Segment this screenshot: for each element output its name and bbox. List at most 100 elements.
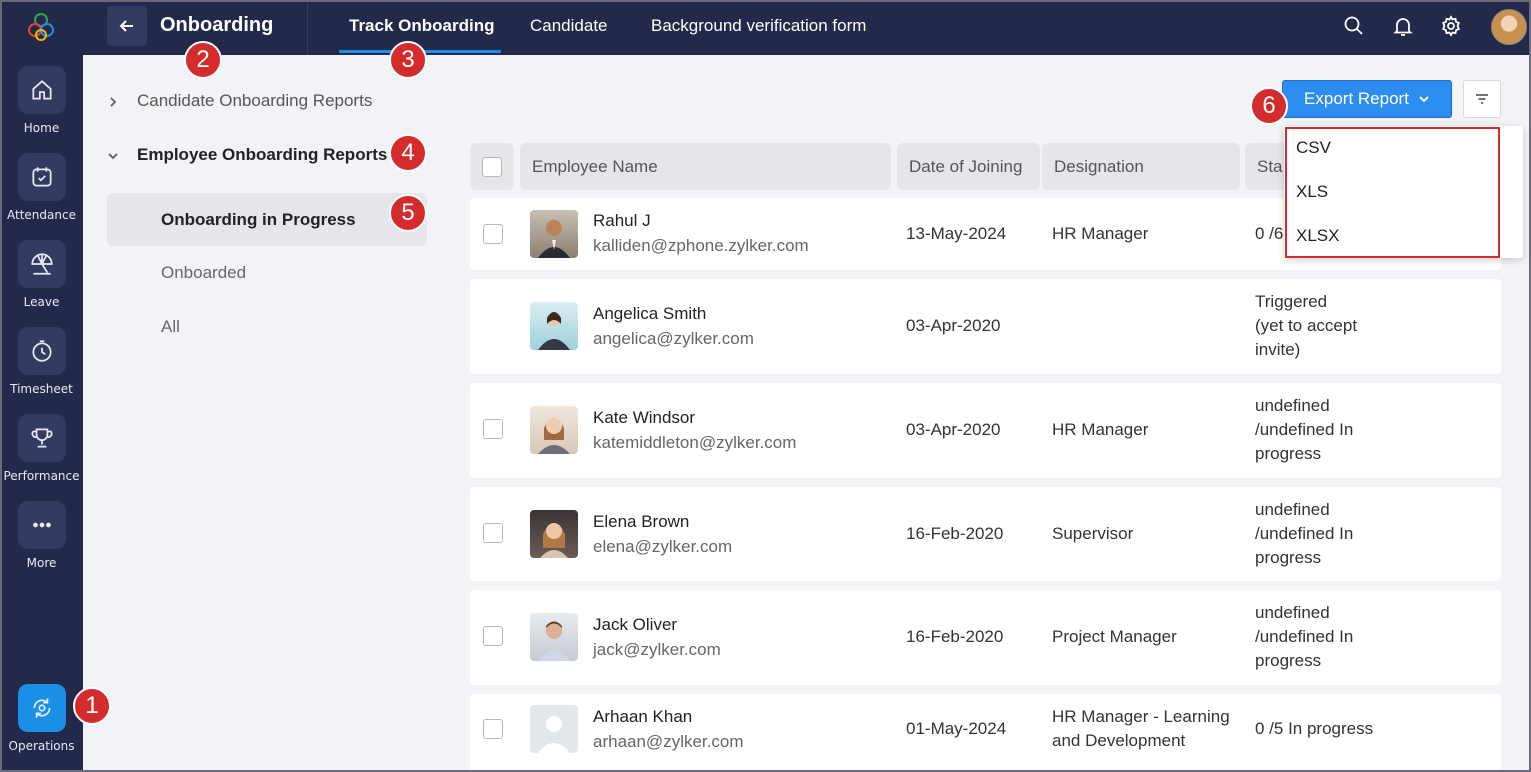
divider bbox=[307, 0, 308, 55]
step-marker: 2 bbox=[184, 41, 222, 79]
step-marker: 5 bbox=[389, 194, 427, 232]
default-avatar-icon bbox=[538, 716, 570, 753]
tab-candidate[interactable]: Candidate bbox=[530, 16, 608, 36]
rail-item-operations[interactable]: Operations bbox=[0, 684, 83, 764]
nav-onboarding-in-progress[interactable]: Onboarding in Progress bbox=[107, 193, 427, 246]
more-dots-icon bbox=[32, 522, 51, 528]
employee-photo bbox=[530, 705, 578, 753]
employee-name[interactable]: Elena Brown bbox=[593, 512, 689, 532]
rail-label: Operations bbox=[8, 739, 75, 753]
export-option-csv[interactable]: CSV bbox=[1296, 138, 1331, 158]
filter-icon bbox=[1476, 94, 1488, 104]
person-photo-icon bbox=[538, 418, 570, 454]
step-marker: 6 bbox=[1250, 87, 1288, 125]
nav-all[interactable]: All bbox=[107, 300, 427, 353]
rail-label: Attendance bbox=[7, 208, 76, 222]
select-all-checkbox[interactable] bbox=[482, 156, 502, 177]
employee-name[interactable]: Angelica Smith bbox=[593, 304, 706, 324]
column-employee-name[interactable]: Employee Name bbox=[520, 143, 891, 190]
designation: Supervisor bbox=[1052, 524, 1134, 543]
date-of-joining: 03-Apr-2020 bbox=[906, 316, 1001, 335]
employee-email: elena@zylker.com bbox=[593, 537, 733, 556]
rail-item-leave[interactable]: Leave bbox=[0, 240, 83, 320]
designation: Project Manager bbox=[1052, 627, 1177, 646]
notifications-button[interactable] bbox=[1391, 14, 1415, 38]
app-logo-icon bbox=[28, 13, 54, 41]
rail-item-home[interactable]: Home bbox=[0, 66, 83, 146]
employee-photo bbox=[530, 210, 578, 258]
tab-background-verification-form[interactable]: Background verification form bbox=[651, 16, 866, 36]
rail-item-performance[interactable]: Performance bbox=[0, 414, 83, 494]
person-photo-icon bbox=[538, 621, 570, 661]
chevron-right-icon bbox=[110, 97, 117, 107]
calendar-check-icon bbox=[31, 167, 52, 187]
status: 0 /5 In progress bbox=[1255, 719, 1374, 738]
rail-item-timesheet[interactable]: Timesheet bbox=[0, 327, 83, 407]
status: Triggered (yet to accept invite) bbox=[1255, 292, 1358, 359]
chevron-down-icon bbox=[1419, 96, 1429, 103]
designation: HR Manager - Learning and Development bbox=[1052, 707, 1230, 750]
page-title: Onboarding bbox=[160, 14, 274, 36]
row-checkbox[interactable] bbox=[483, 626, 503, 646]
candidate-onboarding-reports-group[interactable]: Candidate Onboarding Reports bbox=[107, 91, 372, 111]
tab-track-onboarding[interactable]: Track Onboarding bbox=[349, 16, 494, 36]
employee-email: angelica@zylker.com bbox=[593, 329, 754, 348]
row-checkbox[interactable] bbox=[483, 719, 503, 739]
step-marker: 1 bbox=[73, 687, 111, 725]
settings-button[interactable] bbox=[1439, 14, 1463, 38]
status: undefined /undefined In progress bbox=[1255, 396, 1354, 463]
date-of-joining: 16-Feb-2020 bbox=[906, 524, 1004, 543]
table-row[interactable]: Jack Oliver jack@zylker.com 16-Feb-2020 … bbox=[470, 590, 1501, 685]
employee-name[interactable]: Kate Windsor bbox=[593, 408, 695, 428]
export-report-label: Export Report bbox=[1304, 89, 1409, 108]
export-report-button[interactable]: Export Report bbox=[1282, 80, 1452, 118]
row-checkbox[interactable] bbox=[483, 523, 503, 543]
rail-label: Performance bbox=[3, 469, 80, 483]
rail-item-more[interactable]: More bbox=[0, 501, 83, 581]
export-option-xls[interactable]: XLS bbox=[1296, 182, 1328, 202]
employee-name[interactable]: Rahul J bbox=[593, 211, 651, 231]
arrow-left-icon bbox=[119, 20, 133, 32]
table-row[interactable]: Elena Brown elena@zylker.com 16-Feb-2020… bbox=[470, 487, 1501, 581]
table-row[interactable]: Kate Windsor katemiddleton@zylker.com 03… bbox=[470, 383, 1501, 478]
back-button[interactable] bbox=[107, 6, 147, 46]
employee-photo bbox=[530, 510, 578, 558]
trophy-icon bbox=[31, 428, 52, 448]
select-all-cell bbox=[470, 143, 514, 190]
employee-email: katemiddleton@zylker.com bbox=[593, 433, 797, 452]
row-checkbox[interactable] bbox=[483, 419, 503, 439]
app-rail: Home Attendance Leave Timesheet Performa… bbox=[0, 0, 83, 772]
group-label: Candidate Onboarding Reports bbox=[137, 91, 373, 110]
nav-onboarded[interactable]: Onboarded bbox=[107, 246, 427, 299]
chevron-down-icon bbox=[108, 153, 118, 160]
search-icon bbox=[1344, 16, 1363, 35]
column-date-of-joining[interactable]: Date of Joining bbox=[897, 143, 1040, 190]
employee-photo bbox=[530, 406, 578, 454]
step-marker: 4 bbox=[389, 134, 427, 172]
employee-onboarding-reports-group[interactable]: Employee Onboarding Reports bbox=[107, 145, 387, 165]
rail-label: Home bbox=[23, 121, 60, 135]
bell-icon bbox=[1393, 18, 1413, 36]
column-designation[interactable]: Designation bbox=[1042, 143, 1240, 190]
search-button[interactable] bbox=[1342, 14, 1366, 38]
employee-email: kalliden@zphone.zylker.com bbox=[593, 236, 809, 255]
export-option-xlsx[interactable]: XLSX bbox=[1296, 226, 1339, 246]
row-checkbox[interactable] bbox=[483, 224, 503, 244]
table-row[interactable]: Arhaan Khan arhaan@zylker.com 01-May-202… bbox=[470, 694, 1501, 772]
group-label: Employee Onboarding Reports bbox=[137, 145, 388, 164]
employee-name[interactable]: Jack Oliver bbox=[593, 615, 677, 635]
employee-name[interactable]: Arhaan Khan bbox=[593, 707, 692, 727]
rail-item-attendance[interactable]: Attendance bbox=[0, 153, 83, 233]
filter-button[interactable] bbox=[1463, 80, 1501, 118]
timer-icon bbox=[31, 340, 52, 362]
home-icon bbox=[31, 80, 52, 100]
gear-icon bbox=[1442, 15, 1460, 37]
designation: HR Manager bbox=[1052, 224, 1149, 243]
operations-icon bbox=[33, 698, 50, 718]
rail-label: Timesheet bbox=[10, 382, 73, 396]
person-photo-icon bbox=[538, 312, 570, 350]
employee-photo bbox=[530, 613, 578, 661]
user-avatar[interactable] bbox=[1491, 9, 1527, 45]
date-of-joining: 16-Feb-2020 bbox=[906, 627, 1004, 646]
table-row[interactable]: Angelica Smith angelica@zylker.com 03-Ap… bbox=[470, 279, 1501, 374]
